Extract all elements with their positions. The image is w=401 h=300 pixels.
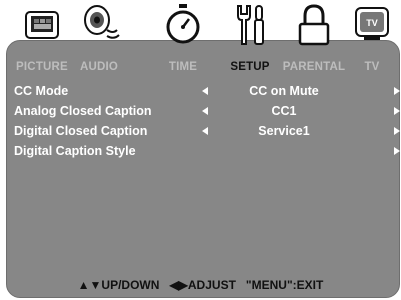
left-arrow-icon[interactable] — [202, 107, 208, 115]
row-value: CC on Mute — [249, 84, 319, 98]
row-value: Service1 — [258, 124, 310, 138]
row-label: Digital Closed Caption — [14, 124, 148, 138]
tab-label-audio: AUDIO — [79, 61, 119, 73]
picture-icon — [25, 11, 59, 39]
left-arrow-icon[interactable] — [202, 127, 208, 135]
hint-exit: "MENU":EXIT — [245, 278, 324, 292]
tab-time[interactable]: TIME — [160, 0, 206, 78]
menu-tab-bar: PICTURE AUDIO TIME SETUP PARENTAL TV TV — [6, 0, 398, 78]
right-arrow-icon[interactable] — [394, 147, 400, 155]
key-hints: ▲▼UP/DOWN ◀▶ADJUST "MENU":EXIT — [0, 278, 401, 292]
speaker-icon — [84, 5, 120, 39]
right-arrow-icon[interactable] — [394, 127, 400, 135]
tv-icon: TV — [355, 7, 389, 40]
row-label: Digital Caption Style — [14, 144, 136, 158]
row-label: Analog Closed Caption — [14, 104, 152, 118]
tab-label-tv: TV — [364, 61, 380, 73]
svg-text:TV: TV — [366, 18, 378, 28]
right-arrow-icon[interactable] — [394, 107, 400, 115]
tab-label-setup: SETUP — [230, 61, 270, 73]
left-arrow-icon[interactable] — [202, 87, 208, 95]
tab-label-picture: PICTURE — [16, 61, 68, 73]
hint-up-down: ▲▼UP/DOWN — [77, 278, 160, 292]
tab-setup[interactable]: SETUP — [224, 0, 276, 78]
menu-panel — [6, 40, 400, 298]
row-digital-caption-style[interactable]: Digital Caption Style — [14, 144, 400, 164]
stopwatch-icon — [166, 4, 200, 44]
lock-icon — [298, 4, 330, 46]
tab-parental[interactable]: PARENTAL — [276, 0, 352, 78]
settings-list: CC Mode CC on Mute Analog Closed Caption… — [14, 84, 400, 164]
tab-tv[interactable]: TV TV — [352, 0, 392, 78]
row-digital-closed-caption[interactable]: Digital Closed Caption Service1 — [14, 124, 400, 144]
tab-label-time: TIME — [168, 61, 198, 73]
row-cc-mode[interactable]: CC Mode CC on Mute — [14, 84, 400, 104]
row-value: CC1 — [271, 104, 297, 118]
tools-icon — [237, 5, 264, 45]
row-label: CC Mode — [14, 84, 69, 98]
hint-adjust: ◀▶ADJUST — [169, 278, 236, 292]
row-analog-closed-caption[interactable]: Analog Closed Caption CC1 — [14, 104, 400, 124]
tab-label-parental: PARENTAL — [282, 61, 346, 73]
tab-audio[interactable]: AUDIO — [72, 0, 126, 78]
right-arrow-icon[interactable] — [394, 87, 400, 95]
tab-picture[interactable]: PICTURE — [12, 0, 72, 78]
